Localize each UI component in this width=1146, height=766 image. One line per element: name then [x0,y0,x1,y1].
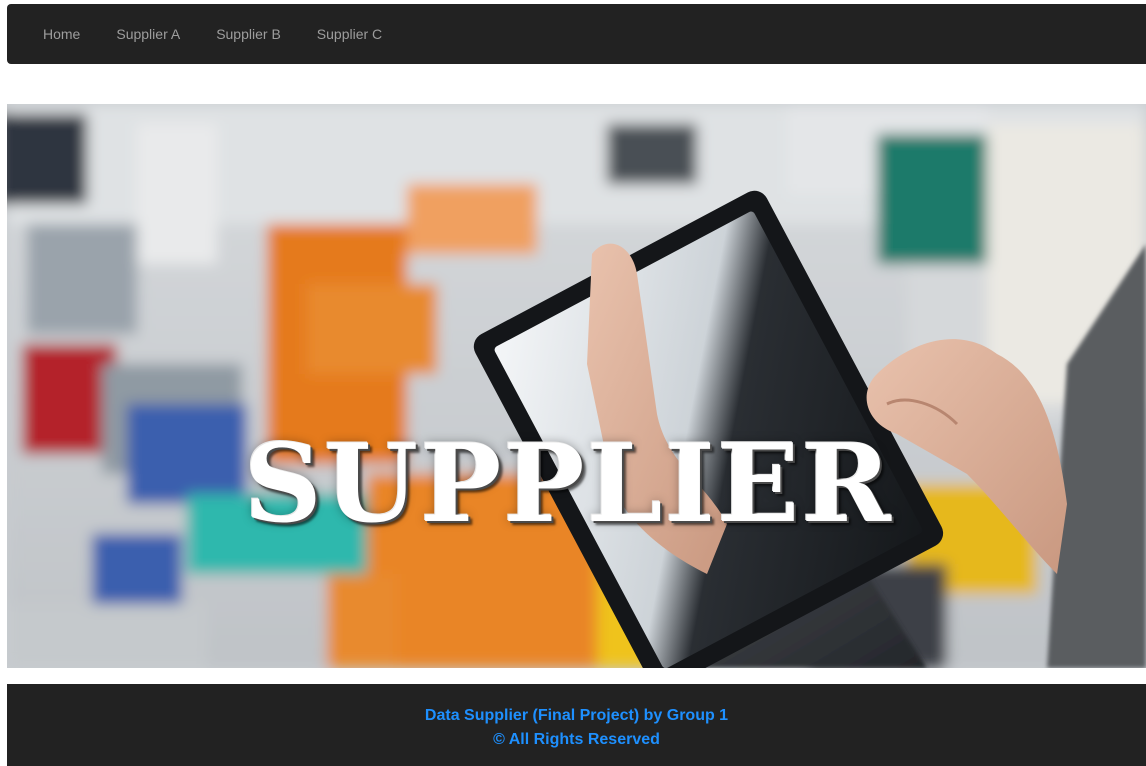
footer-credit: Data Supplier (Final Project) by Group 1 [424,707,729,724]
nav-link-supplier-c[interactable]: Supplier C [299,4,400,64]
nav-link-supplier-b[interactable]: Supplier B [198,4,299,64]
footer-copyright: © All Rights Reserved [493,731,660,748]
hero-banner: SUPPLIER [7,104,1146,668]
hero-title: SUPPLIER [243,421,894,547]
page-footer: Data Supplier (Final Project) by Group 1… [7,684,1146,766]
nav-link-home[interactable]: Home [27,4,98,64]
nav-link-supplier-a[interactable]: Supplier A [98,4,198,64]
page: Home Supplier A Supplier B Supplier C SU… [0,0,1146,766]
top-navbar: Home Supplier A Supplier B Supplier C [7,4,1146,64]
hero-background-image [7,104,1146,668]
